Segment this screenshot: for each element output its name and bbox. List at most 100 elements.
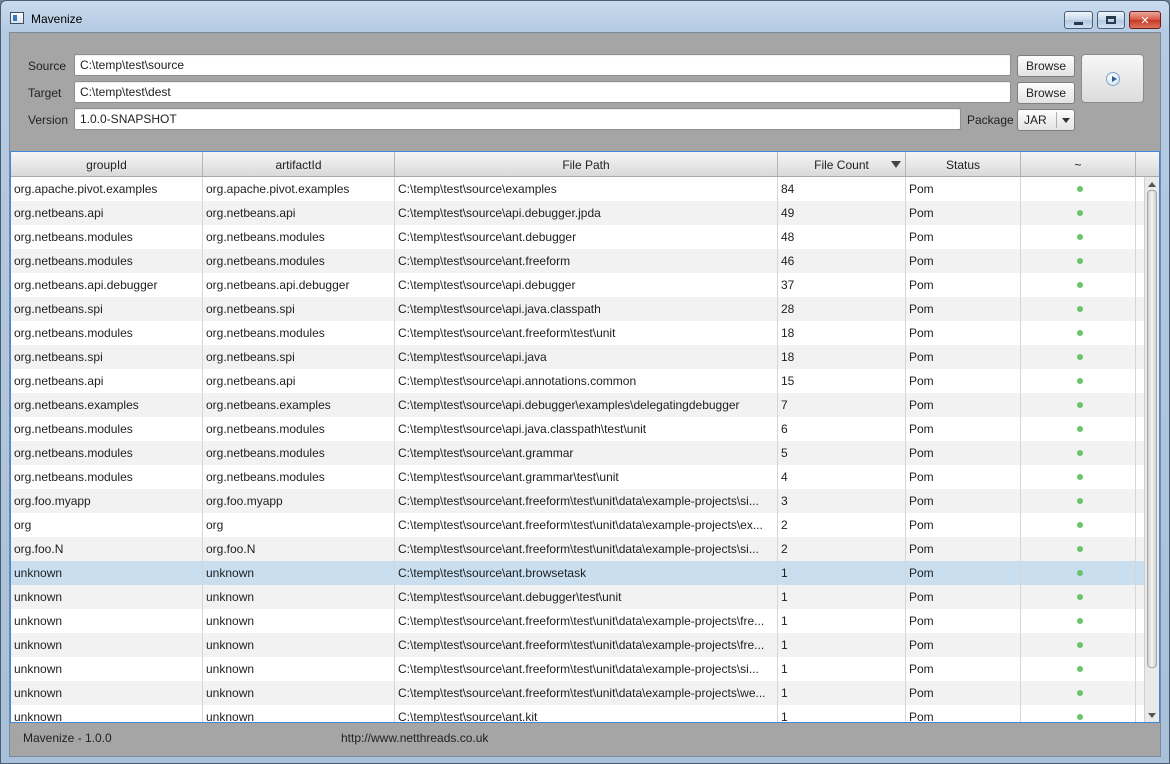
scroll-up-icon[interactable] [1147,179,1158,190]
cell-artifactid: org.netbeans.modules [203,321,395,345]
table-row[interactable]: unknown unknown C:\temp\test\source\ant.fr… [11,681,1144,705]
close-button[interactable]: ✕ [1129,11,1161,29]
scrollbar-thumb[interactable] [1147,190,1157,668]
status-dot-icon [1076,306,1083,312]
table-row[interactable]: unknown unknown C:\temp\test\source\ant.de… [11,585,1144,609]
table-row[interactable]: org.netbeans.spi org.netbeans.spi C:\temp\… [11,297,1144,321]
column-header-indicator[interactable]: ~ [1021,152,1136,177]
cell-groupid: org.netbeans.spi [11,345,203,369]
cell-status: Pom [906,417,1021,441]
source-browse-button[interactable]: Browse [1017,55,1075,77]
cell-file-path: C:\temp\test\source\api.debugger [395,273,778,297]
cell-file-count: 2 [778,513,906,537]
cell-file-path: C:\temp\test\source\ant.freeform\test\un… [395,609,778,633]
table-row[interactable]: org.netbeans.examples org.netbeans.exampl… [11,393,1144,417]
vertical-scrollbar[interactable] [1144,177,1159,722]
table-row[interactable]: org.netbeans.spi org.netbeans.spi C:\temp\… [11,345,1144,369]
run-button[interactable] [1081,54,1144,103]
cell-groupid: unknown [11,633,203,657]
column-header-file-count[interactable]: File Count [778,152,906,177]
target-browse-button[interactable]: Browse [1017,82,1075,104]
cell-file-path: C:\temp\test\source\api.debugger\example… [395,393,778,417]
column-header-artifactid[interactable]: artifactId [203,152,395,177]
cell-groupid: org.netbeans.modules [11,465,203,489]
cell-groupid: unknown [11,657,203,681]
target-input[interactable] [74,81,1011,103]
status-dot-icon [1076,570,1083,576]
column-header-file-path[interactable]: File Path [395,152,778,177]
status-dot-icon [1076,714,1083,720]
column-header-groupid[interactable]: groupId [11,152,203,177]
table-row[interactable]: unknown unknown C:\temp\test\source\ant.fr… [11,633,1144,657]
app-version-label: Mavenize - 1.0.0 [23,731,112,745]
cell-status: Pom [906,345,1021,369]
source-input[interactable] [74,54,1011,76]
table-row[interactable]: org.netbeans.modules org.netbeans.modules… [11,225,1144,249]
cell-file-count: 1 [778,705,906,722]
chevron-down-icon [1062,117,1070,123]
sort-descending-icon [891,161,901,168]
table-row[interactable]: org.netbeans.modules org.netbeans.modules… [11,441,1144,465]
table-row[interactable]: org.foo.myapp org.foo.myapp C:\temp\test\s… [11,489,1144,513]
cell-file-count: 7 [778,393,906,417]
package-select-value: JAR [1024,113,1047,127]
table-row[interactable]: unknown unknown C:\temp\test\source\ant.fr… [11,657,1144,681]
minimize-button[interactable] [1064,11,1093,29]
cell-groupid: org.netbeans.api.debugger [11,273,203,297]
minimize-icon [1074,21,1083,25]
scroll-down-icon[interactable] [1147,710,1158,721]
cell-artifactid: org.netbeans.api [203,201,395,225]
website-link[interactable]: http://www.netthreads.co.uk [341,731,488,745]
table-row[interactable]: org.netbeans.modules org.netbeans.modules… [11,249,1144,273]
version-input[interactable] [74,108,961,130]
table-row[interactable]: org org C:\temp\test\source\ant.freeform\t… [11,513,1144,537]
column-header-status[interactable]: Status [906,152,1021,177]
cell-file-count: 46 [778,249,906,273]
cell-status: Pom [906,609,1021,633]
cell-indicator [1021,513,1136,537]
table-row[interactable]: unknown unknown C:\temp\test\source\ant.fr… [11,609,1144,633]
cell-indicator [1021,297,1136,321]
cell-indicator [1021,177,1136,201]
cell-file-path: C:\temp\test\source\ant.freeform [395,249,778,273]
cell-file-path: C:\temp\test\source\ant.freeform\test\un… [395,681,778,705]
table-row[interactable]: org.netbeans.api org.netbeans.api C:\temp\… [11,201,1144,225]
cell-file-count: 1 [778,561,906,585]
cell-file-path: C:\temp\test\source\api.debugger.jpda [395,201,778,225]
cell-file-count: 1 [778,585,906,609]
cell-file-path: C:\temp\test\source\ant.freeform\test\un… [395,657,778,681]
cell-groupid: org.netbeans.examples [11,393,203,417]
cell-status: Pom [906,705,1021,722]
status-dot-icon [1076,186,1083,192]
cell-file-count: 18 [778,345,906,369]
table-row[interactable]: unknown unknown C:\temp\test\source\ant.br… [11,561,1144,585]
cell-indicator [1021,681,1136,705]
cell-groupid: unknown [11,561,203,585]
table-row[interactable]: unknown unknown C:\temp\test\source\ant.ki… [11,705,1144,722]
table-row[interactable]: org.netbeans.api.debugger org.netbeans.ap… [11,273,1144,297]
table-row[interactable]: org.netbeans.modules org.netbeans.modules… [11,417,1144,441]
table-row[interactable]: org.apache.pivot.examples org.apache.pivo… [11,177,1144,201]
cell-status: Pom [906,657,1021,681]
cell-indicator [1021,489,1136,513]
table-row[interactable]: org.netbeans.api org.netbeans.api C:\temp\… [11,369,1144,393]
cell-status: Pom [906,513,1021,537]
package-select[interactable]: JAR [1017,109,1075,131]
cell-artifactid: org.apache.pivot.examples [203,177,395,201]
cell-indicator [1021,537,1136,561]
cell-status: Pom [906,321,1021,345]
table-row[interactable]: org.foo.N org.foo.N C:\temp\test\source\an… [11,537,1144,561]
maximize-button[interactable] [1097,11,1125,29]
cell-file-path: C:\temp\test\source\ant.debugger\test\un… [395,585,778,609]
title-bar[interactable]: Mavenize ✕ [1,1,1169,33]
cell-file-path: C:\temp\test\source\api.annotations.comm… [395,369,778,393]
cell-indicator [1021,441,1136,465]
cell-artifactid: org.netbeans.modules [203,465,395,489]
status-dot-icon [1076,690,1083,696]
cell-status: Pom [906,225,1021,249]
app-window: Mavenize ✕ Source Browse Target Browse V… [0,0,1170,764]
table-row[interactable]: org.netbeans.modules org.netbeans.modules… [11,465,1144,489]
table-row[interactable]: org.netbeans.modules org.netbeans.modules… [11,321,1144,345]
cell-file-count: 84 [778,177,906,201]
source-label: Source [28,59,67,73]
